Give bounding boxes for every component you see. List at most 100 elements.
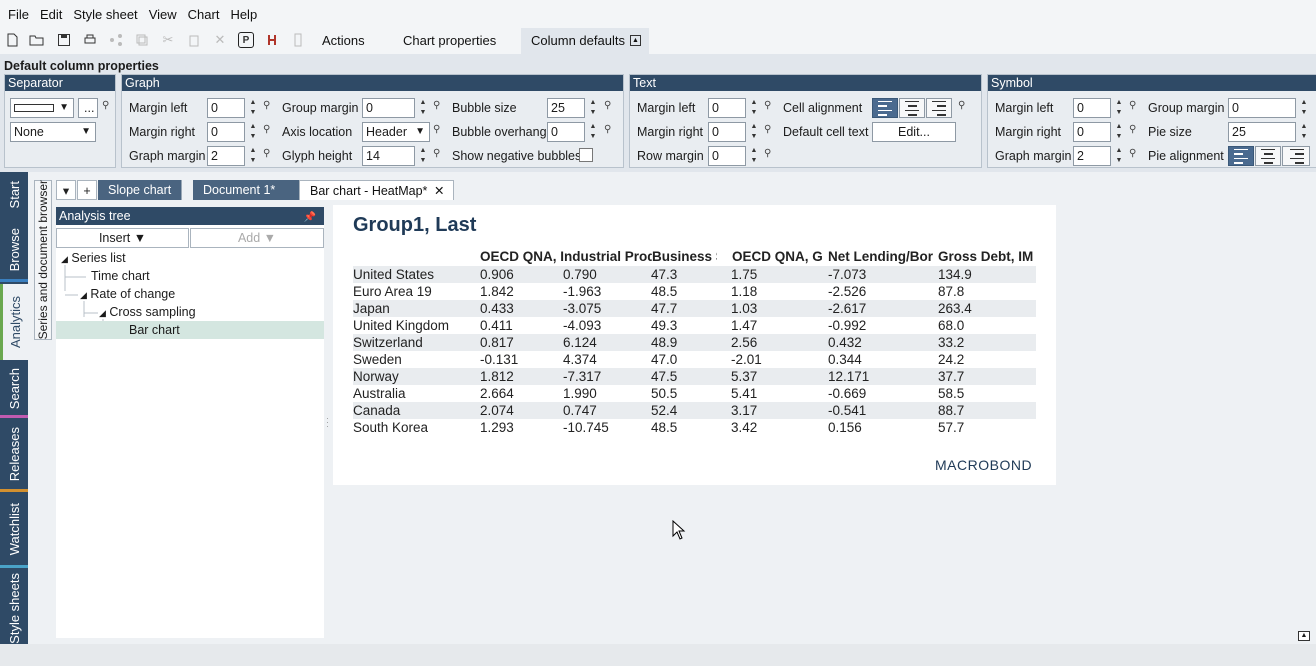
tree-item-bar-chart[interactable]: Bar chart — [129, 323, 180, 337]
new-tab-icon[interactable]: + — [77, 180, 97, 200]
pin-icon[interactable]: ⚲ — [764, 148, 771, 159]
spinner-arrows-icon[interactable]: ▲ ▼ — [1112, 122, 1126, 142]
spinner-arrows-icon[interactable]: ▲ ▼ — [416, 146, 430, 166]
side-tab-watchlist[interactable]: Watchlist — [0, 494, 28, 568]
spinner-arrows-icon[interactable]: ▲ ▼ — [747, 122, 761, 142]
text-margin-right-input[interactable]: 0 — [708, 122, 746, 142]
chart-title: Group1, Last — [353, 214, 477, 236]
spinner-arrows-icon[interactable]: ▲ ▼ — [1112, 98, 1126, 118]
menu-file[interactable]: File — [8, 7, 29, 22]
expand-panel-icon[interactable]: ▲ — [1298, 631, 1310, 641]
presentation-mode-icon[interactable]: P — [238, 32, 254, 48]
pin-icon[interactable]: ⚲ — [604, 100, 611, 111]
separator-more-button[interactable]: ... — [78, 98, 98, 118]
tree-item-series-list[interactable]: ◢ Series list — [61, 251, 126, 265]
edit-default-text-button[interactable]: Edit... — [872, 122, 956, 142]
pin-icon[interactable]: ⚲ — [433, 148, 440, 159]
side-tab-search[interactable]: Search — [0, 362, 28, 418]
tab-column-defaults[interactable]: Column defaults ▲ — [521, 28, 649, 54]
graph-margin-left-input[interactable]: 0 — [207, 98, 245, 118]
pie-align-center-button[interactable] — [1255, 146, 1281, 166]
menu-style-sheet[interactable]: Style sheet — [73, 7, 137, 22]
spinner-arrows-icon[interactable]: ▲ ▼ — [1297, 122, 1311, 142]
spinner-arrows-icon[interactable]: ▲ ▼ — [586, 98, 600, 118]
series-document-browser-toggle[interactable]: Series and document browser — [34, 180, 52, 340]
save-icon[interactable] — [56, 32, 72, 48]
menu-edit[interactable]: Edit — [40, 7, 62, 22]
side-tab-start[interactable]: Start — [0, 172, 28, 218]
open-folder-icon[interactable] — [29, 32, 45, 48]
separator-line-select[interactable]: ▼ — [10, 98, 74, 118]
pie-size-input[interactable]: 25 — [1228, 122, 1296, 142]
side-tab-browse-label: Browse — [6, 227, 22, 272]
tree-item-rate-of-change[interactable]: ◢ Rate of change — [80, 287, 175, 301]
show-negative-bubbles-checkbox[interactable] — [579, 148, 593, 162]
pin-icon[interactable]: ⚲ — [433, 124, 440, 135]
axis-location-select[interactable]: Header ▼ — [362, 122, 430, 142]
symbol-margin-right-input[interactable]: 0 — [1073, 122, 1111, 142]
side-tab-analytics[interactable]: Analytics — [0, 284, 28, 360]
row-margin-input[interactable]: 0 — [708, 146, 746, 166]
glyph-height-input[interactable]: 14 — [362, 146, 415, 166]
new-document-icon[interactable] — [4, 32, 20, 48]
text-margin-left-input[interactable]: 0 — [708, 98, 746, 118]
menu-chart[interactable]: Chart — [188, 7, 220, 22]
tabs-dropdown-icon[interactable]: ▾ — [56, 180, 76, 200]
tree-item-cross-sampling[interactable]: ◢ Cross sampling — [99, 305, 196, 319]
tab-slope-chart[interactable]: Slope chart — [98, 180, 183, 200]
spinner-arrows-icon[interactable]: ▲ ▼ — [1112, 146, 1126, 166]
splitter-handle-icon[interactable]: · · · — [326, 414, 329, 431]
side-tab-browse[interactable]: Browse — [0, 220, 28, 282]
pie-align-left-button[interactable] — [1228, 146, 1254, 166]
spinner-arrows-icon[interactable]: ▲ ▼ — [416, 98, 430, 118]
spinner-arrows-icon[interactable]: ▲ ▼ — [246, 98, 260, 118]
pin-icon[interactable]: ⚲ — [1129, 148, 1136, 159]
print-icon[interactable] — [82, 32, 98, 48]
menu-help[interactable]: Help — [230, 7, 257, 22]
menu-view[interactable]: View — [149, 7, 177, 22]
close-icon[interactable]: ✕ — [434, 181, 444, 201]
insert-button[interactable]: Insert ▼ — [56, 228, 189, 248]
pin-icon[interactable]: ⚲ — [263, 124, 270, 135]
spinner-arrows-icon[interactable]: ▲ ▼ — [747, 98, 761, 118]
align-right-button[interactable] — [926, 98, 952, 118]
group-margin-input[interactable]: 0 — [362, 98, 415, 118]
align-left-button[interactable] — [872, 98, 898, 118]
tab-actions[interactable]: Actions — [312, 28, 375, 54]
side-tab-style-sheets[interactable]: Style sheets — [0, 570, 28, 644]
spinner-arrows-icon[interactable]: ▲ ▼ — [586, 122, 600, 142]
pin-icon[interactable]: ⚲ — [764, 124, 771, 135]
tab-bar-chart-heatmap[interactable]: Bar chart - HeatMap* ✕ — [299, 180, 455, 201]
pin-icon[interactable]: ⚲ — [764, 100, 771, 111]
pin-icon[interactable]: 📌 — [304, 209, 316, 227]
collapse-ribbon-icon[interactable]: ▲ — [630, 35, 641, 46]
symbol-graph-margin-input[interactable]: 2 — [1073, 146, 1111, 166]
tab-chart-properties[interactable]: Chart properties — [393, 28, 506, 54]
chart-tools-icon[interactable] — [264, 32, 280, 48]
align-center-button[interactable] — [899, 98, 925, 118]
spinner-arrows-icon[interactable]: ▲ ▼ — [1297, 98, 1311, 118]
graph-margin-right-input[interactable]: 0 — [207, 122, 245, 142]
spinner-arrows-icon[interactable]: ▲ ▼ — [747, 146, 761, 166]
side-tab-start-label: Start — [6, 181, 22, 209]
pin-icon[interactable]: ⚲ — [1129, 124, 1136, 135]
tab-document-1[interactable]: Document 1* — [193, 180, 300, 200]
pin-icon[interactable]: ⚲ — [604, 124, 611, 135]
pin-icon[interactable]: ⚲ — [263, 148, 270, 159]
pin-icon[interactable]: ⚲ — [433, 100, 440, 111]
pie-align-right-button[interactable] — [1282, 146, 1310, 166]
bubble-size-input[interactable]: 25 — [547, 98, 585, 118]
spinner-arrows-icon[interactable]: ▲ ▼ — [246, 122, 260, 142]
pin-icon[interactable]: ⚲ — [102, 100, 109, 111]
spinner-arrows-icon[interactable]: ▲ ▼ — [246, 146, 260, 166]
pin-icon[interactable]: ⚲ — [263, 100, 270, 111]
bubble-overhang-input[interactable]: 0 — [547, 122, 585, 142]
separator-style-select[interactable]: None ▼ — [10, 122, 96, 142]
tree-item-time-chart[interactable]: Time chart — [91, 269, 150, 283]
pin-icon[interactable]: ⚲ — [958, 100, 965, 111]
graph-margin-input[interactable]: 2 — [207, 146, 245, 166]
symbol-group-margin-input[interactable]: 0 — [1228, 98, 1296, 118]
side-tab-releases[interactable]: Releases — [0, 420, 28, 492]
symbol-margin-left-input[interactable]: 0 — [1073, 98, 1111, 118]
pin-icon[interactable]: ⚲ — [1129, 100, 1136, 111]
